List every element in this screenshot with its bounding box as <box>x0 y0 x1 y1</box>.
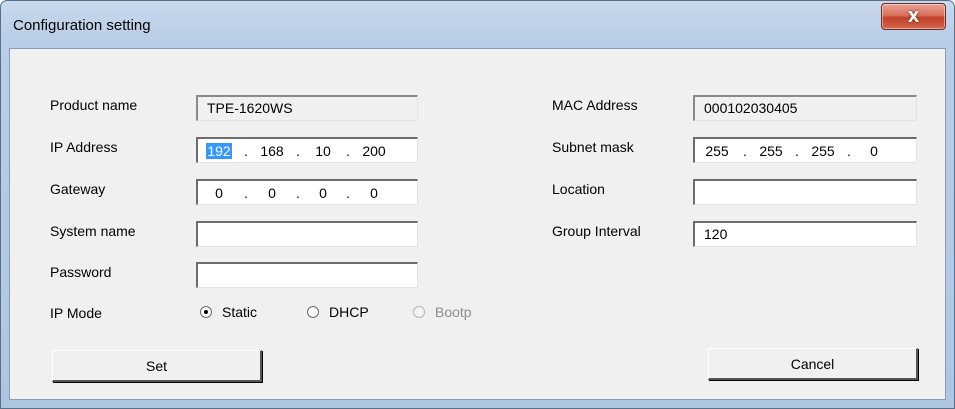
configuration-dialog: Configuration setting X Product name TPE… <box>0 0 955 409</box>
group-interval-label: Group Interval <box>552 223 641 239</box>
system-name-label: System name <box>50 223 136 239</box>
close-icon: X <box>907 7 920 26</box>
ip-dot: . <box>244 142 248 159</box>
ip-octet-3[interactable]: 10 <box>304 140 342 162</box>
gateway-octet-3[interactable]: 0 <box>304 182 342 204</box>
ip-dot: . <box>296 142 300 159</box>
product-name-field: TPE-1620WS <box>196 95 418 121</box>
gateway-octet-1[interactable]: 0 <box>198 182 240 204</box>
ip-mode-static-option[interactable]: Static <box>200 304 257 320</box>
ip-dot: . <box>847 142 851 159</box>
static-radio-label: Static <box>222 304 258 320</box>
subnet-octet-4[interactable]: 0 <box>855 140 893 162</box>
bootp-radio-label: Bootp <box>435 304 472 320</box>
close-button[interactable]: X <box>881 3 946 30</box>
title-bar[interactable]: Configuration setting X <box>1 1 954 47</box>
ip-address-label: IP Address <box>50 139 118 155</box>
ip-mode-bootp-option: Bootp <box>413 304 472 320</box>
product-name-label: Product name <box>50 97 138 113</box>
ip-mode-label: IP Mode <box>50 305 102 321</box>
ip-octet-1[interactable]: 192 <box>206 142 232 159</box>
mac-address-field: 000102030405 <box>693 95 917 121</box>
bootp-radio <box>413 306 425 318</box>
ip-dot: . <box>795 142 799 159</box>
subnet-mask-field[interactable]: 255 . 255 . 255 . 0 <box>693 137 917 163</box>
system-name-input[interactable] <box>196 221 418 247</box>
password-input[interactable] <box>196 262 418 288</box>
mac-address-label: MAC Address <box>552 97 638 113</box>
ip-mode-dhcp-option[interactable]: DHCP <box>307 304 369 320</box>
gateway-label: Gateway <box>50 181 106 197</box>
ip-octet-2[interactable]: 168 <box>252 140 292 162</box>
window-title: Configuration setting <box>13 17 151 34</box>
subnet-octet-3[interactable]: 255 <box>803 140 843 162</box>
gateway-octet-4[interactable]: 0 <box>354 182 394 204</box>
ip-dot: . <box>244 184 248 201</box>
ip-octet-4[interactable]: 200 <box>354 140 394 162</box>
location-label: Location <box>552 181 605 197</box>
location-input[interactable] <box>693 179 917 205</box>
dhcp-radio-label: DHCP <box>329 304 369 320</box>
subnet-mask-label: Subnet mask <box>552 139 634 155</box>
dialog-client-area: Product name TPE-1620WS IP Address 192 .… <box>9 48 946 400</box>
set-button[interactable]: Set <box>52 350 262 382</box>
cancel-button[interactable]: Cancel <box>708 348 918 380</box>
gateway-field[interactable]: 0 . 0 . 0 . 0 <box>196 179 418 205</box>
group-interval-input[interactable]: 120 <box>693 221 917 247</box>
subnet-octet-1[interactable]: 255 <box>695 140 739 162</box>
ip-dot: . <box>743 142 747 159</box>
dhcp-radio[interactable] <box>307 306 319 318</box>
ip-dot: . <box>346 142 350 159</box>
subnet-octet-2[interactable]: 255 <box>751 140 791 162</box>
ip-address-field[interactable]: 192 . 168 . 10 . 200 <box>196 137 418 163</box>
ip-dot: . <box>296 184 300 201</box>
ip-dot: . <box>346 184 350 201</box>
static-radio[interactable] <box>200 306 212 318</box>
password-label: Password <box>50 264 112 280</box>
gateway-octet-2[interactable]: 0 <box>252 182 292 204</box>
